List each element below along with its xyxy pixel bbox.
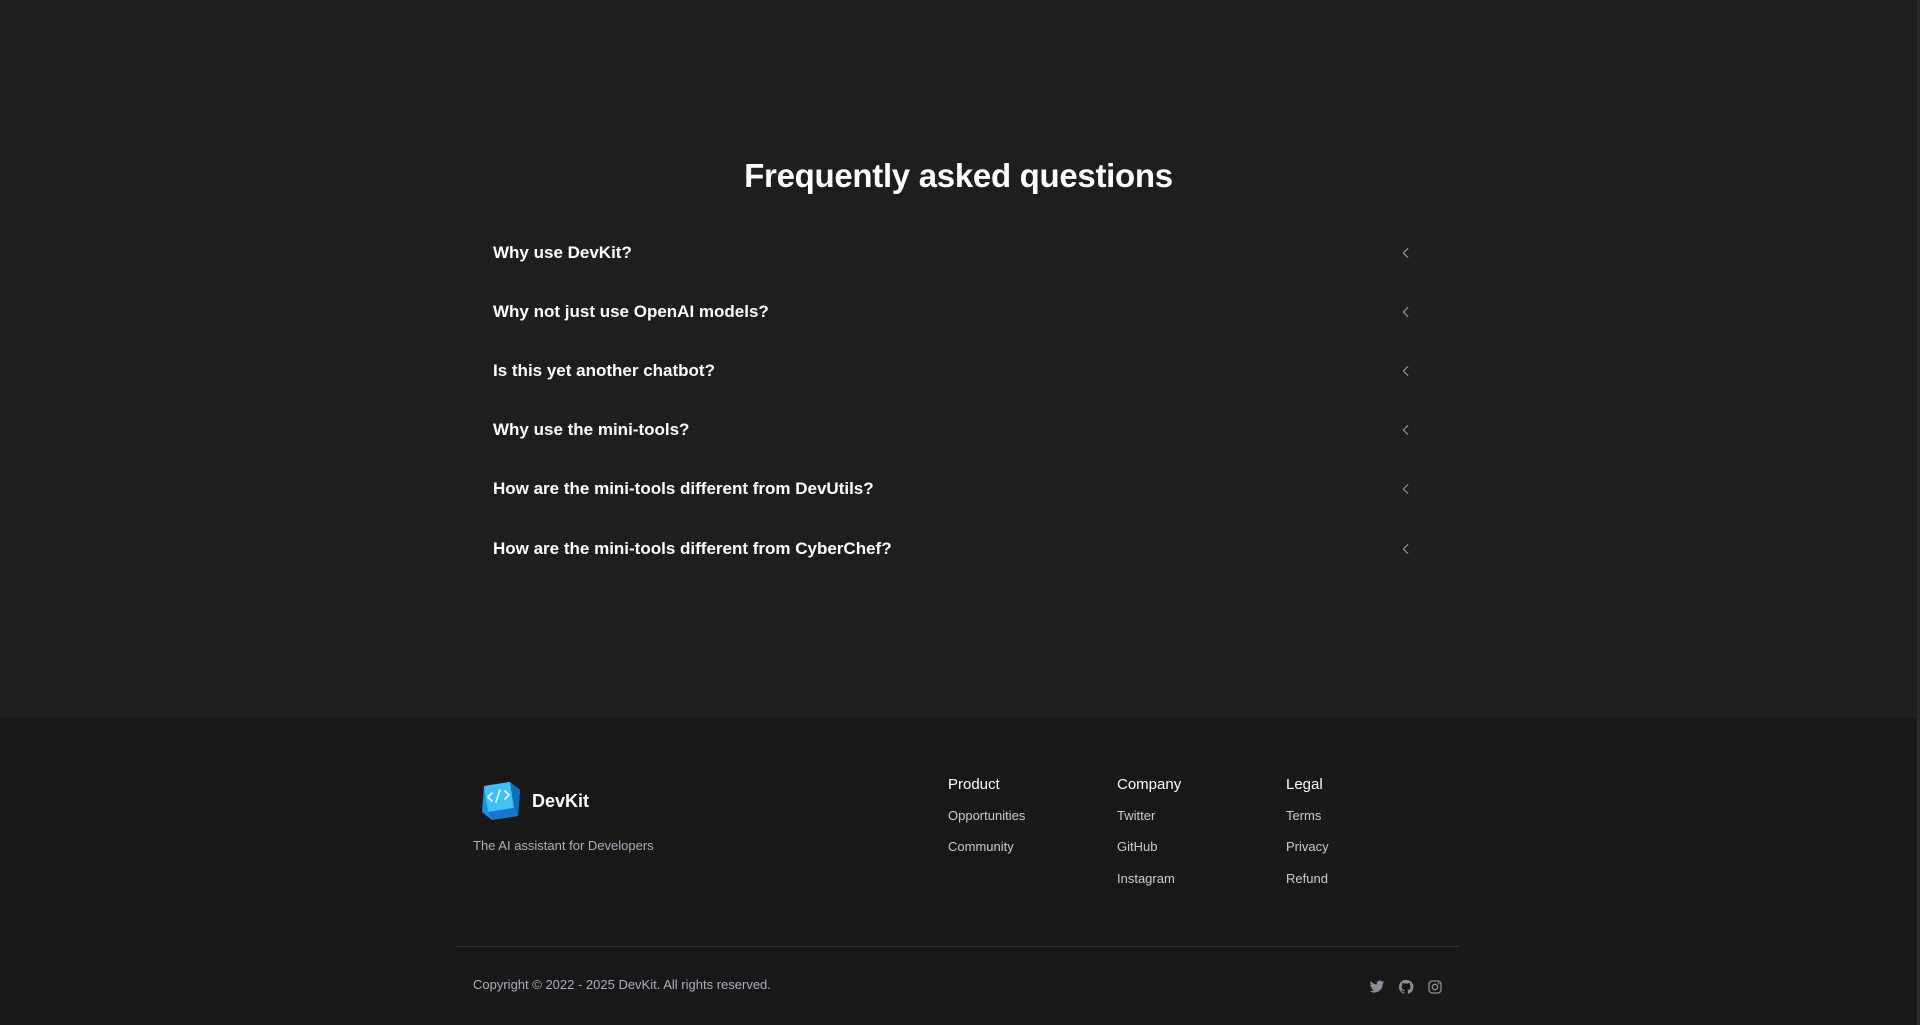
brand-name: DevKit: [532, 790, 590, 811]
faq-question: Is this yet another chatbot?: [493, 360, 715, 380]
faq-title: Frequently asked questions: [744, 157, 1173, 194]
footer-link-terms[interactable]: Terms: [1286, 807, 1329, 838]
faq-question: How are the mini-tools different from De…: [493, 479, 874, 499]
footer-link-instagram[interactable]: Instagram: [1117, 870, 1181, 901]
footer-column-title: Legal: [1286, 776, 1323, 793]
footer-link-privacy[interactable]: Privacy: [1286, 838, 1329, 869]
copyright-text: Copyright © 2022 - 2025 DevKit. All righ…: [473, 977, 771, 992]
chevron-left-icon: [1396, 243, 1416, 263]
instagram-icon[interactable]: [1426, 978, 1443, 995]
faq-item[interactable]: Why use the mini-tools?: [493, 401, 1418, 460]
chevron-left-icon: [1396, 479, 1416, 499]
devkit-code-cube-icon: [478, 780, 523, 822]
chevron-left-icon: [1396, 361, 1416, 381]
footer-link-refund[interactable]: Refund: [1286, 870, 1329, 901]
faq-question: How are the mini-tools different from Cy…: [493, 538, 892, 558]
page: Frequently asked questions Why use DevKi…: [0, 0, 1920, 1025]
chevron-left-icon: [1396, 539, 1416, 559]
brand-home-link[interactable]: DevKit: [478, 780, 589, 822]
faq-list: Why use DevKit? Why not just use OpenAI …: [493, 223, 1418, 578]
footer: DevKit The AI assistant for Developers P…: [0, 718, 1917, 1025]
github-icon[interactable]: [1397, 978, 1414, 995]
faq-question: Why use DevKit?: [493, 242, 632, 262]
footer-link-github[interactable]: GitHub: [1117, 838, 1181, 869]
faq-item[interactable]: How are the mini-tools different from Cy…: [493, 519, 1418, 578]
brand-tagline: The AI assistant for Developers: [473, 838, 654, 853]
footer-column-title: Product: [948, 776, 1000, 793]
faq-item[interactable]: How are the mini-tools different from De…: [493, 460, 1418, 519]
chevron-left-icon: [1396, 420, 1416, 440]
footer-column-title: Company: [1117, 776, 1182, 793]
footer-link-community[interactable]: Community: [948, 838, 1025, 869]
faq-item[interactable]: Why not just use OpenAI models?: [493, 282, 1418, 341]
footer-divider: [456, 946, 1459, 947]
footer-column-legal: Legal Terms Privacy Refund: [1286, 776, 1329, 901]
faq-item[interactable]: Why use DevKit?: [493, 223, 1418, 282]
twitter-icon[interactable]: [1368, 978, 1385, 995]
faq-question: Why not just use OpenAI models?: [493, 301, 769, 321]
footer-link-opportunities[interactable]: Opportunities: [948, 807, 1025, 838]
footer-link-twitter[interactable]: Twitter: [1117, 807, 1181, 838]
footer-column-company: Company Twitter GitHub Instagram: [1117, 776, 1181, 901]
footer-column-product: Product Opportunities Community: [948, 776, 1025, 870]
faq-section: Frequently asked questions Why use DevKi…: [0, 0, 1917, 718]
faq-item[interactable]: Is this yet another chatbot?: [493, 341, 1418, 400]
faq-question: Why use the mini-tools?: [493, 420, 690, 440]
social-links: [1368, 978, 1443, 995]
chevron-left-icon: [1396, 302, 1416, 322]
